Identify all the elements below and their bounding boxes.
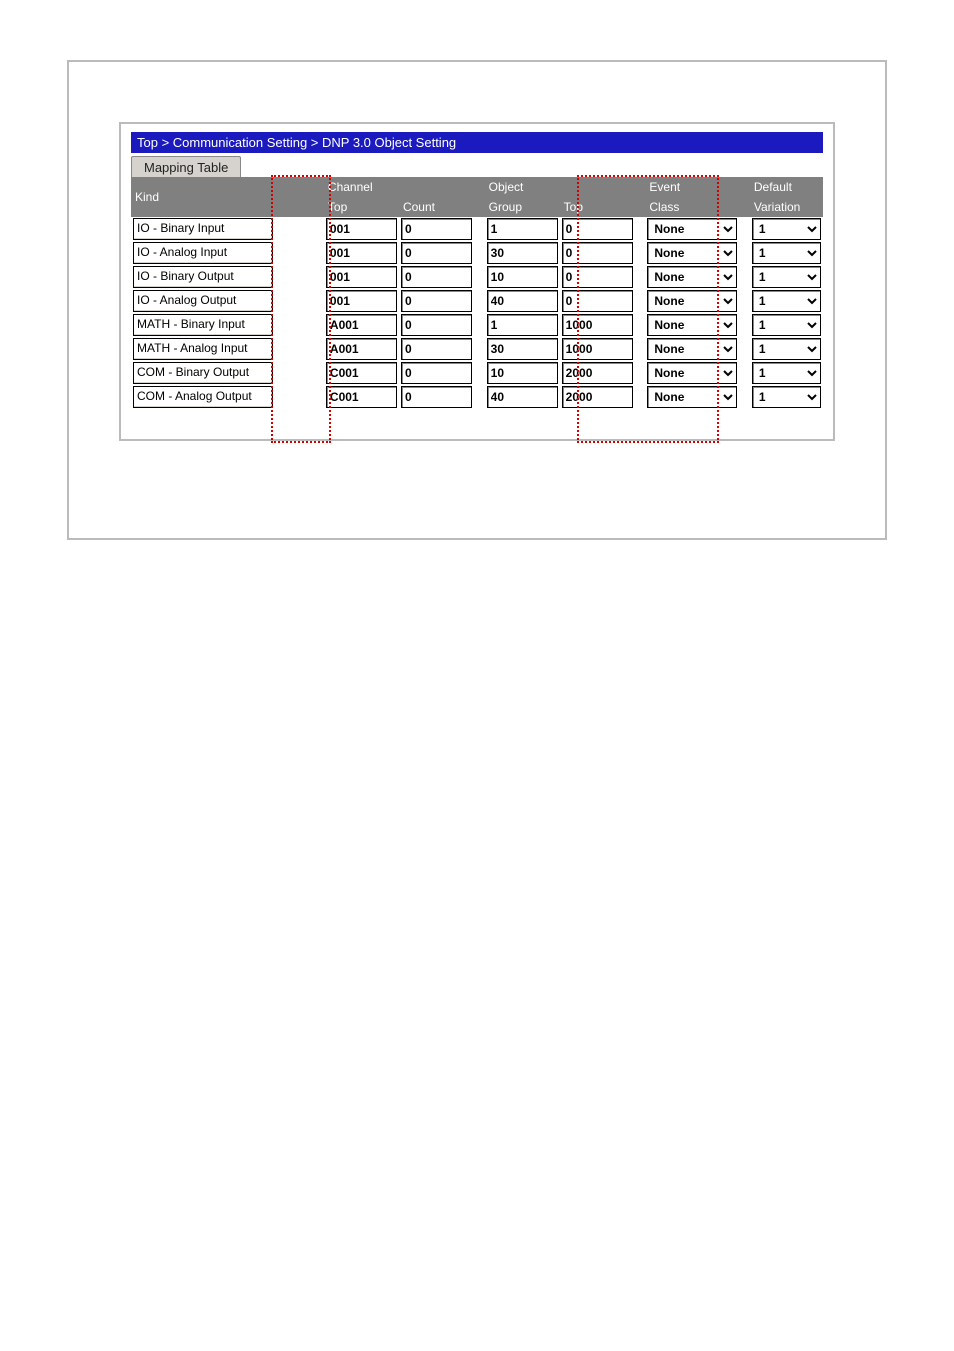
count-input[interactable]: [401, 362, 472, 384]
variation-select[interactable]: 1: [752, 362, 821, 384]
kind-cell: MATH - Binary Input: [133, 314, 273, 336]
header-obj-top: Top: [560, 197, 635, 217]
group-input[interactable]: [487, 338, 558, 360]
group-input[interactable]: [487, 362, 558, 384]
header-count: Count: [399, 197, 474, 217]
channel-top-input[interactable]: [326, 338, 397, 360]
group-input[interactable]: [487, 266, 558, 288]
group-input[interactable]: [487, 386, 558, 408]
event-class-select[interactable]: None: [647, 362, 737, 384]
table-row: MATH - Binary Input None 1: [131, 313, 823, 337]
object-top-input[interactable]: [562, 386, 633, 408]
group-input[interactable]: [487, 242, 558, 264]
channel-top-input[interactable]: [326, 290, 397, 312]
object-top-input[interactable]: [562, 290, 633, 312]
table-row: IO - Binary Output None 1: [131, 265, 823, 289]
channel-top-input[interactable]: [326, 266, 397, 288]
event-class-select[interactable]: None: [647, 290, 737, 312]
kind-cell: IO - Binary Output: [133, 266, 273, 288]
object-top-input[interactable]: [562, 314, 633, 336]
channel-top-input[interactable]: [326, 362, 397, 384]
object-top-input[interactable]: [562, 266, 633, 288]
header-class: Class: [645, 197, 739, 217]
count-input[interactable]: [401, 314, 472, 336]
event-class-select[interactable]: None: [647, 314, 737, 336]
event-class-select[interactable]: None: [647, 338, 737, 360]
variation-select[interactable]: 1: [752, 386, 821, 408]
table-row: IO - Binary Input None 1: [131, 217, 823, 241]
header-channel: Channel: [324, 177, 474, 197]
table-body: IO - Binary Input None 1 IO - Analog Input N…: [131, 217, 823, 409]
page-frame: Top > Communication Setting > DNP 3.0 Ob…: [67, 60, 887, 540]
channel-top-input[interactable]: [326, 242, 397, 264]
object-top-input[interactable]: [562, 338, 633, 360]
header-default: Default: [750, 177, 823, 197]
kind-cell: COM - Analog Output: [133, 386, 273, 408]
channel-top-input[interactable]: [326, 314, 397, 336]
object-top-input[interactable]: [562, 218, 633, 240]
table-row: IO - Analog Input None 1: [131, 241, 823, 265]
header-kind: Kind: [131, 177, 324, 217]
object-top-input[interactable]: [562, 242, 633, 264]
header-variation: Variation: [750, 197, 823, 217]
group-input[interactable]: [487, 290, 558, 312]
count-input[interactable]: [401, 242, 472, 264]
table-row: COM - Analog Output None 1: [131, 385, 823, 409]
mapping-table: Kind Channel Object Event Default Top Co…: [131, 177, 823, 409]
count-input[interactable]: [401, 290, 472, 312]
header-group: Group: [485, 197, 560, 217]
channel-top-input[interactable]: [326, 218, 397, 240]
kind-cell: IO - Analog Input: [133, 242, 273, 264]
header-event: Event: [645, 177, 739, 197]
event-class-select[interactable]: None: [647, 386, 737, 408]
table-row: MATH - Analog Input None 1: [131, 337, 823, 361]
variation-select[interactable]: 1: [752, 218, 821, 240]
event-class-select[interactable]: None: [647, 266, 737, 288]
tab-mapping-table[interactable]: Mapping Table: [131, 156, 241, 178]
variation-select[interactable]: 1: [752, 242, 821, 264]
variation-select[interactable]: 1: [752, 314, 821, 336]
variation-select[interactable]: 1: [752, 266, 821, 288]
count-input[interactable]: [401, 338, 472, 360]
kind-cell: COM - Binary Output: [133, 362, 273, 384]
breadcrumb: Top > Communication Setting > DNP 3.0 Ob…: [131, 132, 823, 153]
event-class-select[interactable]: None: [647, 218, 737, 240]
variation-select[interactable]: 1: [752, 290, 821, 312]
kind-cell: IO - Binary Input: [133, 218, 273, 240]
channel-top-input[interactable]: [326, 386, 397, 408]
header-object: Object: [485, 177, 635, 197]
variation-select[interactable]: 1: [752, 338, 821, 360]
group-input[interactable]: [487, 218, 558, 240]
count-input[interactable]: [401, 266, 472, 288]
settings-panel: Top > Communication Setting > DNP 3.0 Ob…: [119, 122, 835, 441]
group-input[interactable]: [487, 314, 558, 336]
kind-cell: MATH - Analog Input: [133, 338, 273, 360]
event-class-select[interactable]: None: [647, 242, 737, 264]
count-input[interactable]: [401, 218, 472, 240]
table-row: IO - Analog Output None 1: [131, 289, 823, 313]
table-row: COM - Binary Output None 1: [131, 361, 823, 385]
count-input[interactable]: [401, 386, 472, 408]
header-ch-top: Top: [324, 197, 399, 217]
kind-cell: IO - Analog Output: [133, 290, 273, 312]
object-top-input[interactable]: [562, 362, 633, 384]
